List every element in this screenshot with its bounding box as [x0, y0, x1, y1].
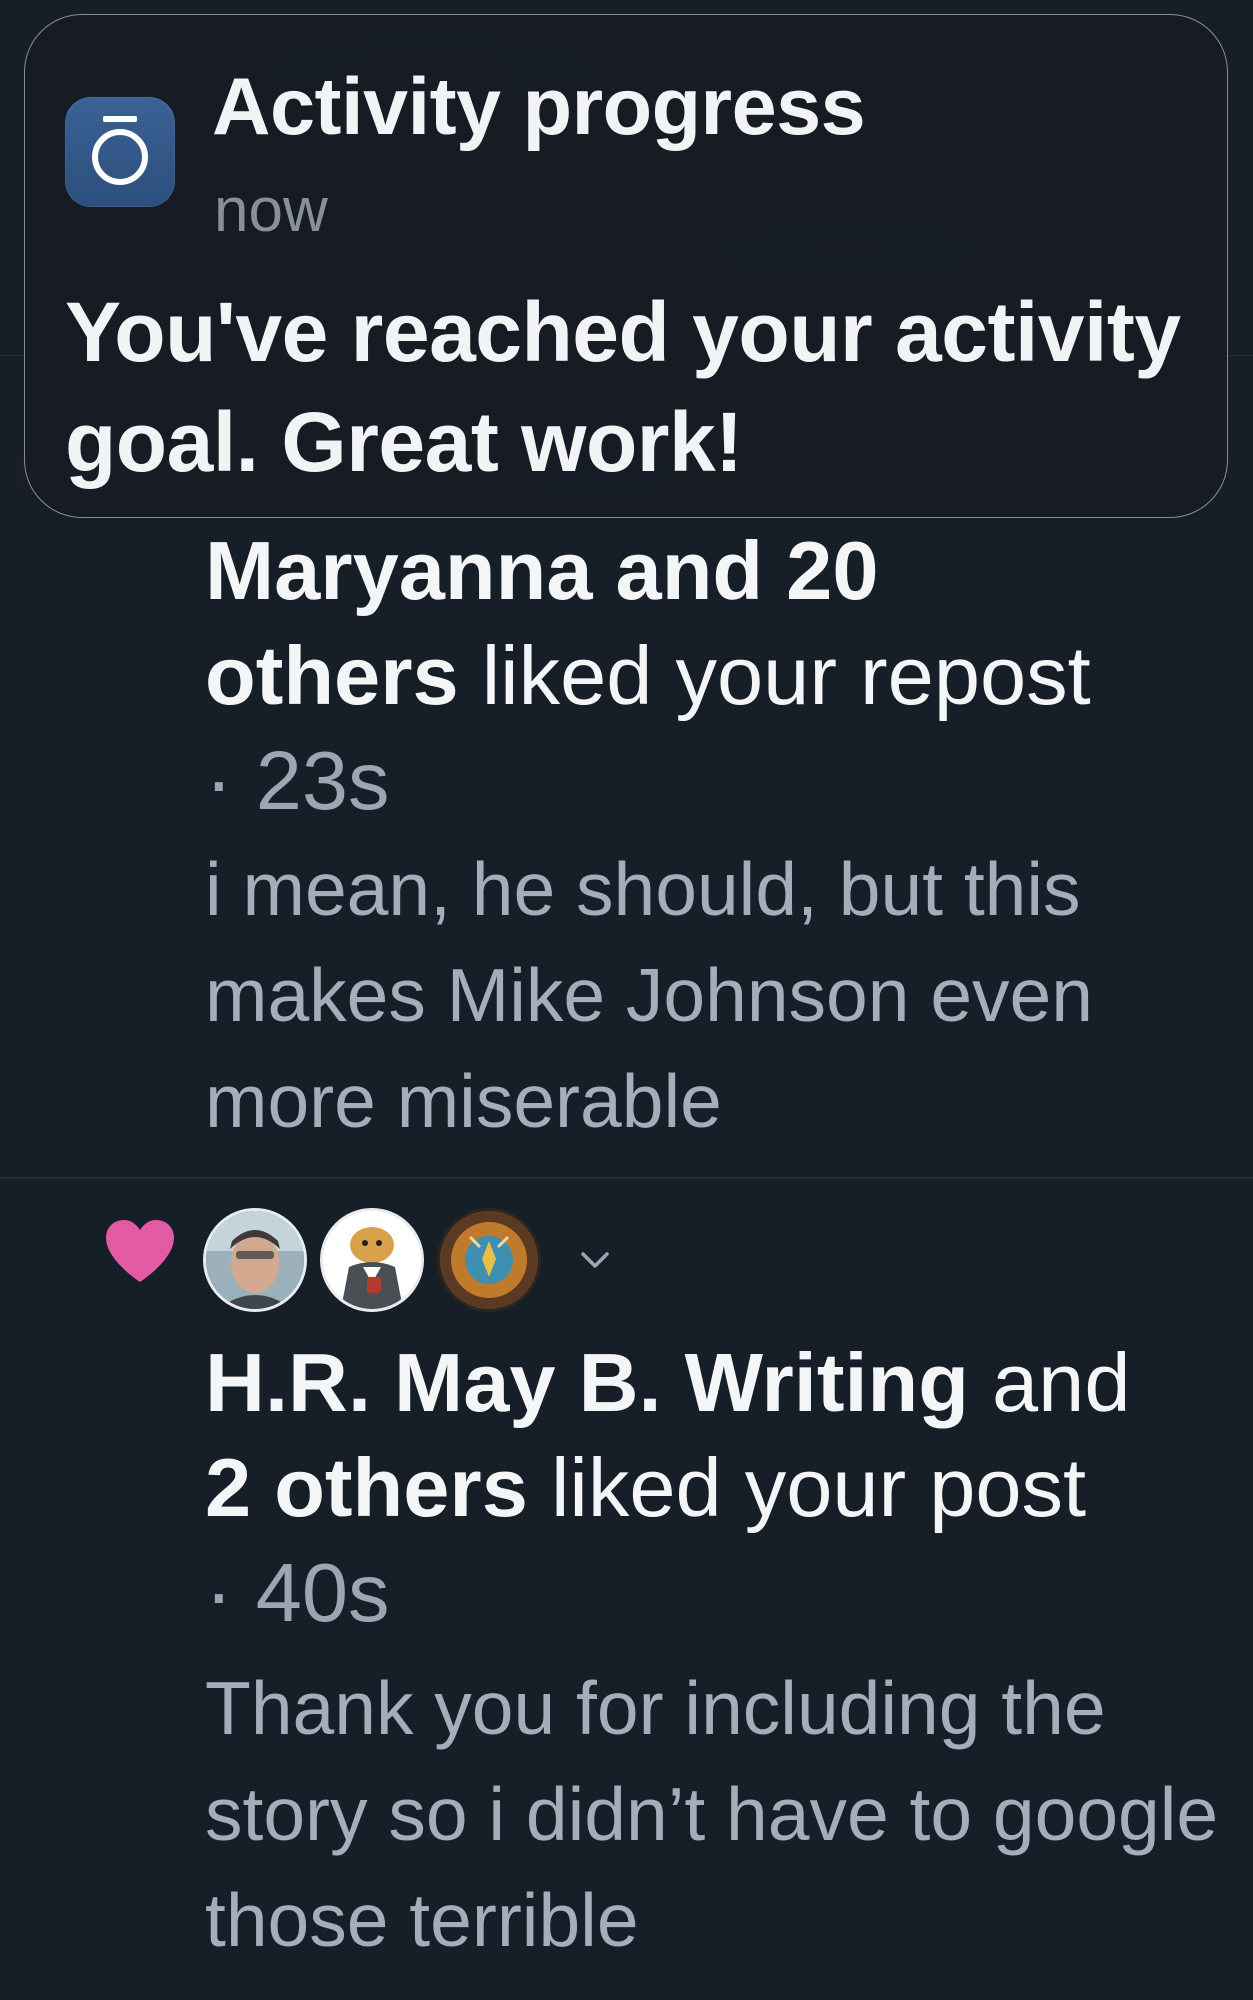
chevron-down-icon[interactable] [575, 1240, 615, 1280]
actor-others[interactable]: 2 others [205, 1441, 528, 1534]
avatar[interactable] [320, 1208, 424, 1312]
actor-others[interactable]: others [205, 629, 459, 722]
avatar-artwork-image [440, 1211, 538, 1309]
notifications-screen: Maryanna and 20 others liked your repost… [0, 0, 1253, 2000]
avatar-cartoon-image [323, 1211, 421, 1309]
actor-name[interactable]: Maryanna and 20 [205, 524, 878, 617]
timestamp: · 40s [205, 1546, 390, 1639]
action-text: liked your repost [458, 629, 1091, 722]
notification-headline: Maryanna and 20 others liked your repost… [205, 518, 1215, 833]
avatar[interactable] [437, 1208, 541, 1312]
activity-ring-icon [65, 97, 175, 207]
banner-title: Activity progress [212, 62, 866, 152]
notification-banner[interactable]: Activity progress now You've reached you… [24, 14, 1228, 518]
divider [0, 1177, 1253, 1179]
post-preview[interactable]: Thank you for including the story so i d… [205, 1655, 1225, 1973]
banner-message: You've reached your activity goal. Great… [65, 285, 1181, 489]
heart-icon [106, 1220, 174, 1282]
actor-conjunction: and [968, 1336, 1131, 1429]
actor-name[interactable]: H.R. May B. Writing [205, 1336, 969, 1429]
action-text: liked your post [527, 1441, 1087, 1534]
timestamp: · 23s [205, 734, 390, 827]
notification-headline: H.R. May B. Writing and 2 others liked y… [205, 1330, 1215, 1645]
avatar[interactable] [203, 1208, 307, 1312]
banner-timestamp: now [214, 176, 328, 245]
avatar-person-image [206, 1211, 304, 1309]
post-preview[interactable]: i mean, he should, but this makes Mike J… [205, 836, 1225, 1154]
